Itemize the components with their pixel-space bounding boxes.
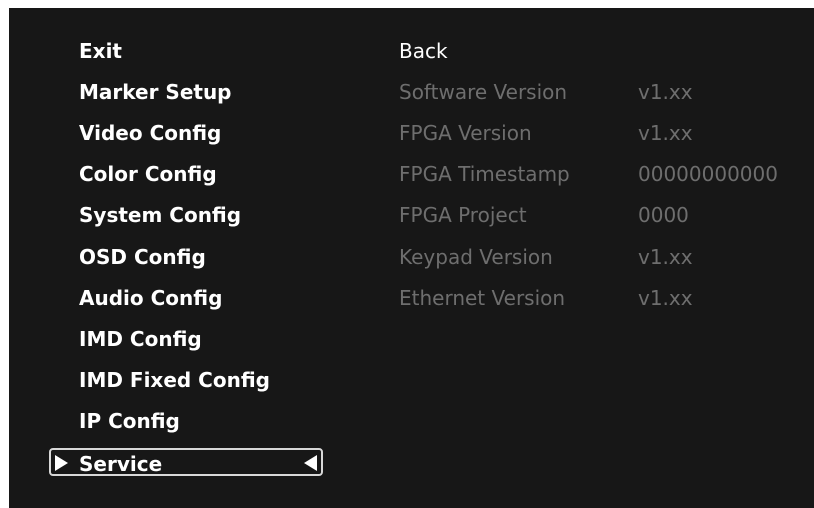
selection-arrow-left-icon <box>304 455 317 471</box>
fpga-timestamp-value: 00000000000 <box>638 162 778 186</box>
fpga-project-value: 0000 <box>638 203 689 227</box>
fpga-version-label: FPGA Version <box>399 121 532 145</box>
menu-item-video-config[interactable]: Video Config <box>79 118 221 148</box>
menu-item-system-config[interactable]: System Config <box>79 200 241 230</box>
menu-item-audio-config[interactable]: Audio Config <box>79 283 222 313</box>
menu-item-marker-setup[interactable]: Marker Setup <box>79 77 232 107</box>
menu-item-color-config[interactable]: Color Config <box>79 159 217 189</box>
osd-screen: Exit Marker Setup Video Config Color Con… <box>9 8 814 508</box>
menu-item-osd-config[interactable]: OSD Config <box>79 242 206 272</box>
fpga-timestamp-label: FPGA Timestamp <box>399 162 570 186</box>
menu-item-service[interactable]: Service <box>49 448 323 476</box>
keypad-version-value: v1.xx <box>638 245 693 269</box>
ethernet-version-label: Ethernet Version <box>399 286 566 310</box>
menu-item-imd-fixed-config[interactable]: IMD Fixed Config <box>79 365 270 395</box>
software-version-value: v1.xx <box>638 80 693 104</box>
menu-item-exit[interactable]: Exit <box>79 36 122 66</box>
selection-arrow-right-icon <box>55 455 68 471</box>
menu-item-ip-config[interactable]: IP Config <box>79 406 180 436</box>
keypad-version-label: Keypad Version <box>399 245 553 269</box>
fpga-project-label: FPGA Project <box>399 203 527 227</box>
submenu-back[interactable]: Back <box>399 36 448 66</box>
menu-item-imd-config[interactable]: IMD Config <box>79 324 202 354</box>
software-version-label: Software Version <box>399 80 568 104</box>
fpga-version-value: v1.xx <box>638 121 693 145</box>
ethernet-version-value: v1.xx <box>638 286 693 310</box>
menu-item-service-label: Service <box>79 452 163 476</box>
